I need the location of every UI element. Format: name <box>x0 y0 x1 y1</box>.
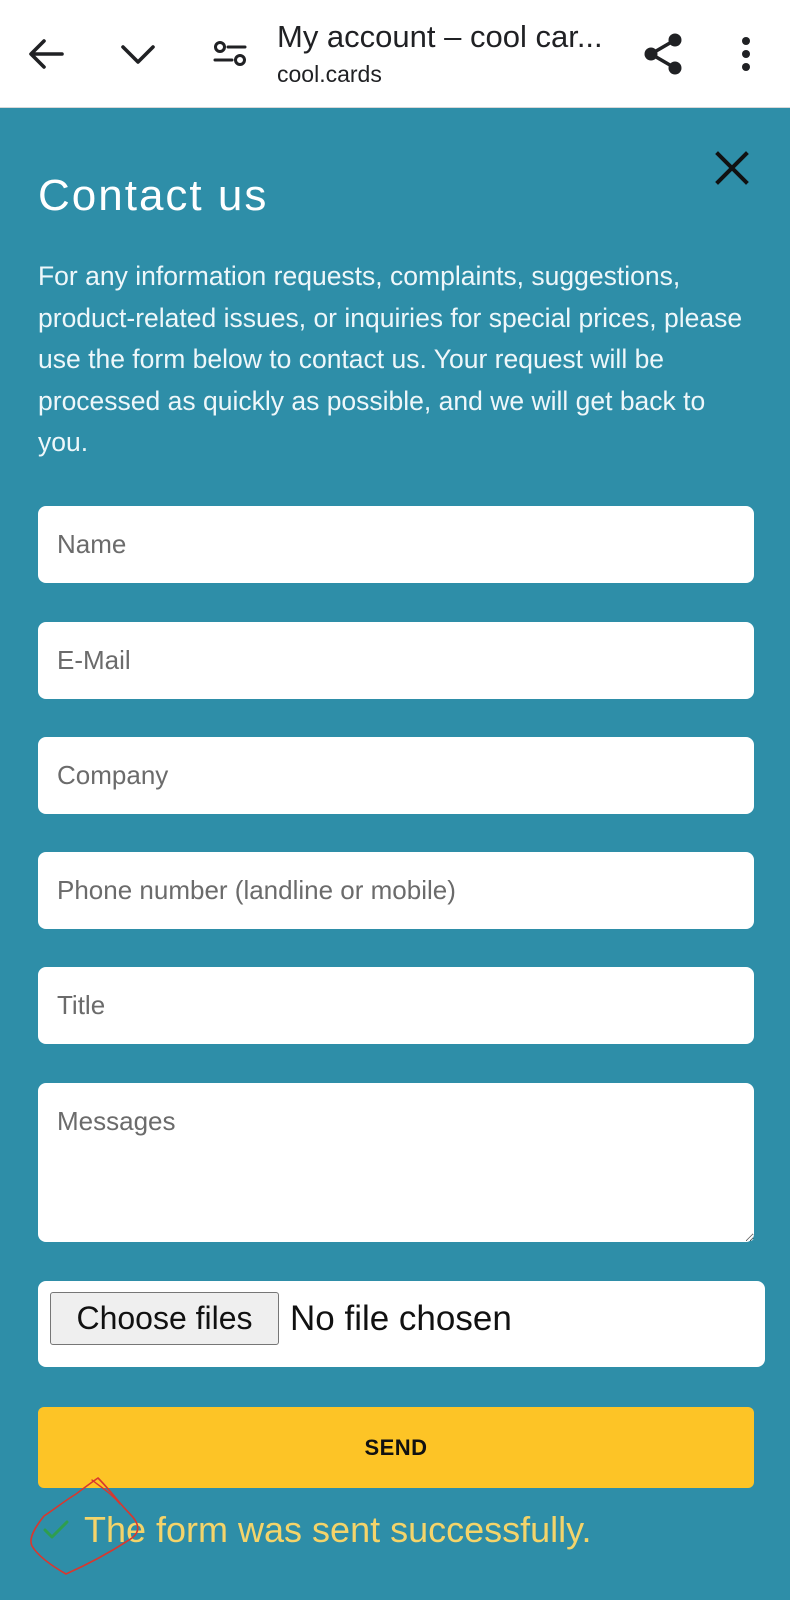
file-upload: Choose files No file chosen <box>38 1281 765 1367</box>
check-icon <box>40 1515 72 1545</box>
page-info[interactable]: My account – cool car... cool.cards <box>277 18 627 90</box>
success-text: The form was sent successfully. <box>84 1509 592 1550</box>
page-title: My account – cool car... <box>277 19 603 54</box>
more-vert-icon[interactable] <box>724 28 768 80</box>
file-status-text: No file chosen <box>290 1299 512 1338</box>
choose-files-button[interactable]: Choose files <box>50 1292 279 1345</box>
contact-intro-text: For any information requests, complaints… <box>38 261 743 457</box>
share-icon[interactable] <box>636 28 690 80</box>
contact-heading: Contact us <box>38 171 269 220</box>
browser-toolbar: My account – cool car... cool.cards <box>0 0 790 108</box>
company-field[interactable] <box>38 737 754 814</box>
name-field[interactable] <box>38 506 754 583</box>
page-url: cool.cards <box>277 61 382 87</box>
phone-field[interactable] <box>38 852 754 929</box>
arrow-left-icon[interactable] <box>22 32 70 76</box>
title-field[interactable] <box>38 967 754 1044</box>
email-field[interactable] <box>38 622 754 699</box>
send-button[interactable]: SEND <box>38 1407 754 1488</box>
close-icon[interactable] <box>712 148 752 188</box>
success-message: The form was sent successfully. <box>40 1502 592 1558</box>
chevron-down-icon[interactable] <box>114 32 162 76</box>
tune-icon[interactable] <box>206 32 254 76</box>
messages-field[interactable] <box>38 1083 754 1242</box>
